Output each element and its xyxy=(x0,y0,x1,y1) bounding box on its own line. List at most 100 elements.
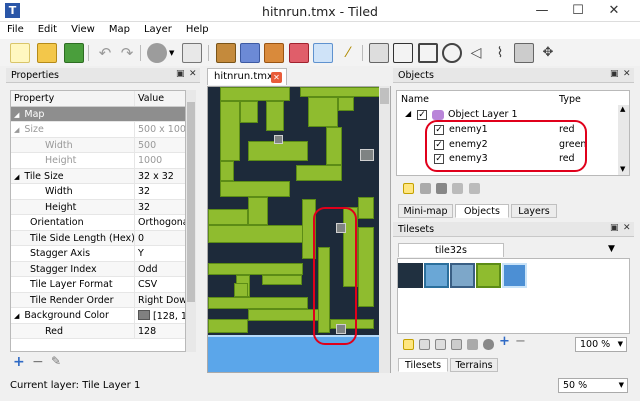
menu-layer[interactable]: Layer xyxy=(137,22,179,35)
move-up-icon[interactable] xyxy=(452,183,463,194)
property-row[interactable]: Width 32 xyxy=(11,184,185,200)
insert-tile-icon[interactable] xyxy=(514,43,534,63)
import-tileset-icon[interactable] xyxy=(419,339,430,350)
add-object-layer-icon[interactable] xyxy=(403,183,414,194)
property-row[interactable]: ◢ Background Color [128, 12 xyxy=(11,308,185,324)
property-row[interactable]: Height 1000 xyxy=(11,153,185,169)
expand-arrow-icon[interactable]: ◢ xyxy=(14,312,19,320)
insert-polygon-icon[interactable]: ◁ xyxy=(466,43,486,63)
tab-terrains[interactable]: Terrains xyxy=(450,358,498,372)
column-name[interactable]: Name xyxy=(401,94,429,105)
tileset-tile[interactable] xyxy=(450,263,475,288)
property-row[interactable]: Orientation Orthogonal xyxy=(11,215,185,231)
insert-ellipse-icon[interactable] xyxy=(442,43,462,63)
move-down-icon[interactable] xyxy=(469,183,480,194)
tileset-tile[interactable] xyxy=(398,263,423,288)
redo-icon[interactable]: ↷ xyxy=(117,43,137,63)
property-row[interactable]: ◢ Map xyxy=(11,106,185,122)
menu-file[interactable]: File xyxy=(0,22,31,35)
object-layer-name[interactable]: Object Layer 1 xyxy=(448,109,518,120)
close-window-button[interactable]: ✕ xyxy=(600,0,628,22)
tab-tilesets[interactable]: Tilesets xyxy=(398,358,448,372)
select-objects-icon[interactable] xyxy=(369,43,389,63)
property-row[interactable]: Height 32 xyxy=(11,199,185,215)
tileset-tile[interactable] xyxy=(424,263,449,288)
maximize-button[interactable]: ☐ xyxy=(564,0,592,22)
expand-arrow-icon[interactable]: ◢ xyxy=(14,173,19,181)
close-panel-icon[interactable]: ✕ xyxy=(623,69,631,79)
tab-objects[interactable]: Objects xyxy=(455,204,509,218)
column-value[interactable]: Value xyxy=(136,91,185,106)
expand-arrow-icon[interactable]: ◢ xyxy=(405,109,411,118)
new-file-icon[interactable] xyxy=(10,43,30,63)
menu-help[interactable]: Help xyxy=(179,22,216,35)
edit-terrain-icon[interactable] xyxy=(483,339,494,350)
remove-tiles-icon[interactable]: − xyxy=(515,334,526,349)
scroll-up-icon[interactable]: ▲ xyxy=(620,105,625,113)
insert-polyline-icon[interactable]: ⌇ xyxy=(490,43,510,63)
layer-visible-checkbox[interactable]: ✓ xyxy=(417,110,427,120)
column-type[interactable]: Type xyxy=(559,94,581,105)
move-icon[interactable]: ✥ xyxy=(538,43,558,63)
remove-objects-icon[interactable] xyxy=(436,183,447,194)
properties-grid[interactable]: Property Value ◢ Map ◢ Size 500 x 1000 Width 5… xyxy=(10,90,186,352)
magic-wand-icon[interactable]: ⁄ xyxy=(338,43,358,63)
tileset-tile[interactable] xyxy=(502,263,527,288)
remove-property-icon[interactable]: − xyxy=(32,354,44,370)
close-tab-icon[interactable]: ✕ xyxy=(271,72,282,83)
insert-rectangle-icon[interactable] xyxy=(418,43,438,63)
scroll-down-icon[interactable]: ▼ xyxy=(620,165,625,173)
rectangle-select-icon[interactable] xyxy=(313,43,333,63)
property-row[interactable]: Width 500 xyxy=(11,137,185,153)
scrollbar-thumb[interactable] xyxy=(380,88,389,104)
tileset-properties-icon[interactable] xyxy=(451,339,462,350)
float-panel-icon[interactable]: ▣ xyxy=(610,69,619,79)
command-icon[interactable] xyxy=(147,43,167,63)
property-row[interactable]: Tile Side Length (Hex) 0 xyxy=(11,230,185,246)
chevron-down-icon[interactable]: ▼ xyxy=(169,49,174,57)
delete-tileset-icon[interactable] xyxy=(467,339,478,350)
map-vertical-scrollbar[interactable] xyxy=(379,86,390,373)
tab-layers[interactable]: Layers xyxy=(511,204,557,218)
stamp-brush-icon[interactable] xyxy=(216,43,236,63)
property-row[interactable]: Tile Render Order Right Down xyxy=(11,292,185,308)
expand-arrow-icon[interactable]: ◢ xyxy=(14,111,19,119)
export-tileset-icon[interactable] xyxy=(435,339,446,350)
tileset-zoom-select[interactable]: 100 % ▼ xyxy=(575,337,627,352)
open-folder-icon[interactable] xyxy=(37,43,57,63)
eraser-icon[interactable] xyxy=(289,43,309,63)
menu-map[interactable]: Map xyxy=(102,22,137,35)
tileset-tile[interactable] xyxy=(476,263,501,288)
map-zoom-select[interactable]: 50 % ▼ xyxy=(558,378,628,393)
undo-icon[interactable]: ↶ xyxy=(95,43,115,63)
objects-scrollbar[interactable]: ▲ ▼ xyxy=(618,105,629,175)
duplicate-objects-icon[interactable] xyxy=(420,183,431,194)
color-swatch[interactable] xyxy=(138,310,150,320)
map-canvas[interactable] xyxy=(207,86,391,373)
terrain-brush-icon[interactable] xyxy=(240,43,260,63)
tileset-tabs-chevron-icon[interactable]: ▼ xyxy=(608,244,615,254)
tab-minimap[interactable]: Mini-map xyxy=(398,204,453,218)
tab-tileset-tile32s[interactable]: tile32s xyxy=(398,243,504,257)
menu-view[interactable]: View xyxy=(64,22,102,35)
rename-property-icon[interactable]: ✎ xyxy=(51,354,61,368)
expand-arrow-icon[interactable]: ◢ xyxy=(14,126,19,134)
save-icon[interactable] xyxy=(64,43,84,63)
close-panel-icon[interactable]: ✕ xyxy=(189,69,197,79)
add-tiles-icon[interactable]: + xyxy=(499,334,510,349)
minimize-button[interactable]: — xyxy=(528,0,556,22)
new-tileset-icon[interactable] xyxy=(403,339,414,350)
document-tab[interactable]: hitnrun.tmx ✕ xyxy=(207,68,287,85)
property-row[interactable]: Stagger Axis Y xyxy=(11,246,185,262)
property-row[interactable]: Tile Layer Format CSV xyxy=(11,277,185,293)
add-property-icon[interactable]: + xyxy=(13,354,25,370)
edit-polygon-icon[interactable] xyxy=(393,43,413,63)
property-row[interactable]: Red 128 xyxy=(11,323,185,339)
scrollbar-thumb[interactable] xyxy=(187,102,195,302)
float-panel-icon[interactable]: ▣ xyxy=(610,223,619,233)
properties-scrollbar[interactable] xyxy=(186,90,196,352)
float-panel-icon[interactable]: ▣ xyxy=(176,69,185,79)
column-property[interactable]: Property xyxy=(11,91,135,106)
property-row[interactable]: ◢ Size 500 x 1000 xyxy=(11,122,185,138)
property-row[interactable]: Stagger Index Odd xyxy=(11,261,185,277)
